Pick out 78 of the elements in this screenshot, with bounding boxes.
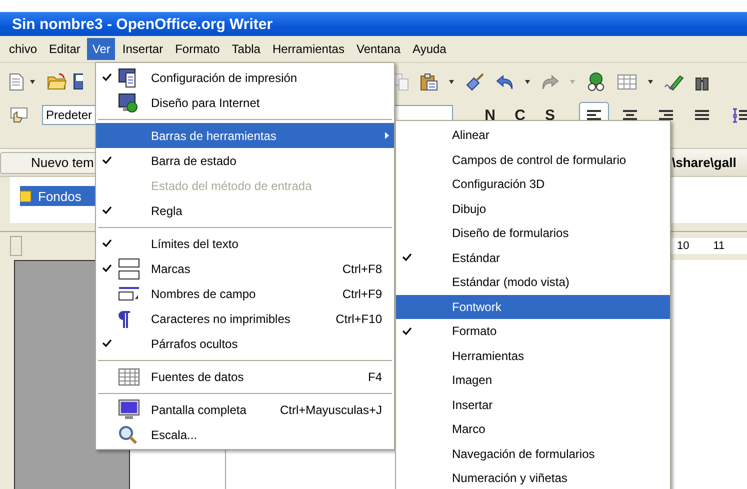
menu-item[interactable]: Herramientas (396, 344, 670, 368)
menu-item[interactable]: Marcas Ctrl+F8 (96, 256, 394, 281)
menu-item[interactable]: Fontwork (396, 294, 670, 319)
menu-item[interactable]: Estándar (modo vista) (396, 270, 670, 294)
menu-item[interactable]: Tabla (226, 38, 266, 60)
caret-icon[interactable] (525, 80, 530, 84)
format-button[interactable]: N (477, 106, 503, 124)
format-button[interactable]: C (507, 106, 533, 124)
monitor-icon (118, 398, 140, 420)
globe-icon[interactable] (586, 72, 606, 92)
menu-item[interactable]: Párrafos ocultos (96, 331, 394, 356)
menu-item[interactable]: Límites del texto (96, 231, 394, 256)
hand-icon[interactable] (8, 106, 30, 124)
ruler-number: 10 (677, 240, 690, 252)
web-layout-icon (118, 92, 138, 112)
pen-icon[interactable] (664, 72, 684, 90)
menu-item[interactable]: Numeración y viñetas (396, 466, 670, 489)
align-right-icon (659, 110, 673, 120)
menu-item[interactable]: Campos de control de formulario (396, 148, 670, 172)
caret-icon[interactable] (30, 80, 35, 84)
caret-icon[interactable] (648, 80, 653, 84)
theme-label: Fondos (38, 188, 82, 204)
menu-item[interactable]: Marco (396, 417, 670, 442)
pilcrow-icon (118, 310, 130, 328)
shortcut-label: Ctrl+Mayusculas+J (280, 402, 383, 416)
shortcut-label: Ctrl+F8 (342, 262, 383, 276)
menu-item[interactable]: Diseño de formularios (396, 221, 670, 246)
brush-icon[interactable] (465, 72, 485, 90)
menu-item[interactable]: Configuración de impresión (96, 65, 394, 90)
clipboard-icon[interactable] (420, 72, 438, 90)
caret-icon[interactable] (449, 80, 454, 84)
shortcut-label: F4 (368, 370, 383, 384)
justify-icon (695, 110, 709, 120)
undo-icon[interactable] (496, 74, 514, 90)
menu-item[interactable]: Ventana (351, 38, 406, 60)
shortcut-label: Ctrl+F9 (342, 286, 383, 300)
table-icon[interactable] (617, 74, 637, 90)
align-left-icon (587, 110, 601, 120)
print-layout-icon (118, 68, 138, 88)
folder-icon (20, 190, 32, 202)
menu-item[interactable]: Diseño para Internet (96, 90, 394, 115)
ruler-number: 11 (713, 240, 725, 252)
menu-item[interactable]: Alinear (396, 123, 670, 148)
field-icon (118, 286, 140, 300)
menu-item[interactable]: Insertar (396, 392, 670, 417)
menu-item[interactable]: Ayuda (408, 38, 452, 60)
align-center-icon (623, 110, 637, 120)
data-table-icon (118, 368, 140, 386)
gallery-path: \share\gall (672, 155, 736, 170)
menu-item[interactable]: Configuración 3D (396, 172, 670, 196)
numbering-icon[interactable] (731, 107, 747, 123)
menu-item[interactable]: Formato (396, 319, 670, 344)
ruler-corner (10, 236, 22, 256)
menu-item[interactable]: Herramientas (267, 38, 350, 60)
menu-item[interactable]: Imagen (396, 368, 670, 392)
menu-item[interactable]: Barras de herramientas (96, 123, 394, 148)
redo-icon[interactable] (541, 74, 559, 90)
menu-item[interactable]: Editar (44, 38, 86, 60)
menu-item[interactable]: Insertar (117, 38, 168, 60)
menu-item[interactable]: Estándar (396, 246, 670, 270)
menu-item[interactable]: Ver (87, 38, 116, 60)
menu-item[interactable]: Nombres de campo Ctrl+F9 (96, 281, 394, 306)
menu-item[interactable]: Fuentes de datos F4 (96, 364, 394, 389)
menu-item[interactable]: Caracteres no imprimibles Ctrl+F10 (96, 306, 394, 331)
folder-icon[interactable] (47, 73, 67, 90)
format-button[interactable]: S (537, 106, 563, 124)
menu-item[interactable]: Pantalla completa Ctrl+Mayusculas+J (96, 397, 394, 422)
magnifier-icon (118, 424, 138, 444)
document-icon[interactable] (8, 72, 24, 90)
shortcut-label: Ctrl+F10 (336, 312, 383, 326)
floppy-icon[interactable] (73, 73, 83, 90)
menu-item[interactable]: Escala... (96, 422, 394, 447)
menu-item[interactable]: chivo (4, 38, 42, 60)
window-title: Sin nombre3 - OpenOffice.org Writer (12, 16, 273, 32)
menu-item[interactable]: Formato (170, 38, 225, 60)
menu-item[interactable]: Dibujo (396, 196, 670, 221)
menu-item[interactable]: Navegación de formularios (396, 442, 670, 466)
frame-icon (118, 258, 140, 280)
